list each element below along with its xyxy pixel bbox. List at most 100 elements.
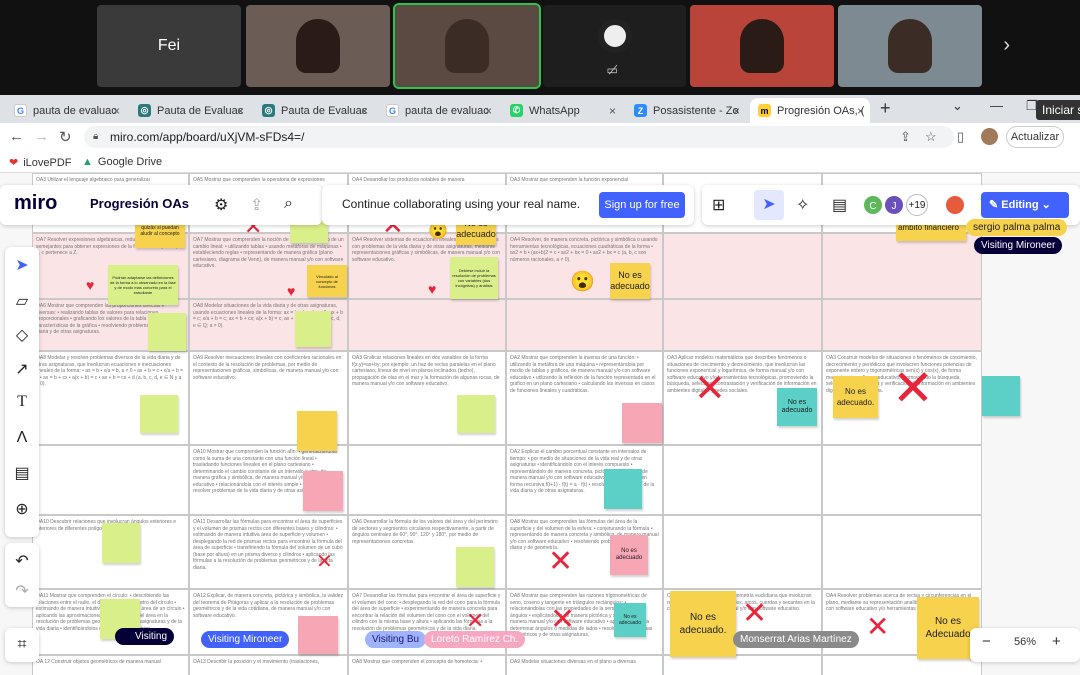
- table-cell[interactable]: [822, 515, 982, 589]
- tab-whatsapp[interactable]: ✆ WhatsApp ×: [502, 98, 622, 123]
- profile-avatar[interactable]: [981, 128, 998, 145]
- upload-icon[interactable]: ⇪: [250, 195, 263, 215]
- zoom-out-button[interactable]: −: [982, 633, 991, 650]
- close-icon[interactable]: ×: [237, 104, 244, 118]
- sticky-note[interactable]: [298, 616, 338, 654]
- table-cell[interactable]: [822, 445, 982, 515]
- sticky-note[interactable]: [456, 547, 494, 587]
- close-icon[interactable]: ×: [485, 104, 492, 118]
- table-cell[interactable]: [663, 233, 822, 299]
- pen-tool-icon[interactable]: Λ: [5, 429, 39, 447]
- gear-icon[interactable]: ⚙: [214, 195, 228, 215]
- apps-icon[interactable]: ⊞: [712, 195, 725, 215]
- sticky-note[interactable]: [982, 376, 1020, 416]
- back-icon[interactable]: ←: [9, 128, 24, 145]
- sticky-note[interactable]: [457, 395, 495, 433]
- sticky-note[interactable]: [295, 311, 331, 347]
- sticky-no-adecuado[interactable]: No es adecuado: [610, 263, 650, 299]
- table-cell[interactable]: [822, 299, 982, 351]
- close-icon[interactable]: ×: [733, 104, 740, 118]
- table-cell[interactable]: [348, 445, 506, 515]
- tab-pauta-4[interactable]: G pauta de evaluac ×: [378, 98, 498, 123]
- sticky-note[interactable]: [297, 411, 337, 451]
- table-cell[interactable]: [506, 299, 663, 351]
- sign-up-button[interactable]: Sign up for free: [599, 192, 685, 218]
- video-tile-participant[interactable]: [246, 5, 390, 87]
- close-icon[interactable]: ×: [361, 104, 368, 118]
- sticky-note[interactable]: [102, 523, 140, 563]
- table-cell[interactable]: [32, 445, 189, 515]
- sticky-note[interactable]: [148, 313, 186, 351]
- update-button[interactable]: Actualizar: [1006, 126, 1064, 148]
- bookmark-google-drive[interactable]: ▲ Google Drive: [82, 156, 162, 168]
- sticky-note[interactable]: [303, 471, 343, 511]
- video-tile-camera-off[interactable]: ▭̸: [543, 5, 686, 87]
- sticky-no-adecuado[interactable]: No es adecuado: [614, 603, 646, 637]
- sticky-note[interactable]: Podrían adaptarse las definiciones de la…: [108, 265, 178, 305]
- text-tool-icon[interactable]: T: [5, 393, 39, 411]
- close-icon[interactable]: ×: [113, 104, 120, 118]
- sticky-note[interactable]: [604, 469, 642, 509]
- forward-icon[interactable]: →: [34, 128, 49, 145]
- share-icon[interactable]: ⇪: [900, 129, 911, 145]
- comment-tool-icon[interactable]: ▤: [5, 463, 39, 483]
- more-collaborators-count[interactable]: +19: [906, 194, 928, 216]
- zoom-in-button[interactable]: +: [1052, 633, 1061, 650]
- undo-icon[interactable]: ↶: [5, 551, 39, 571]
- table-cell[interactable]: [663, 655, 822, 675]
- video-tile-participant[interactable]: [838, 5, 982, 87]
- url-field[interactable]: 🔒︎ miro.com/app/board/uXjVM-sFDs4=/: [84, 126, 954, 148]
- bookmark-ilovepdf[interactable]: ❤ iLovePDF: [9, 156, 72, 170]
- chevron-right-icon[interactable]: ›: [1003, 34, 1010, 57]
- video-tile-participant[interactable]: [690, 5, 834, 87]
- board-title[interactable]: Progresión OAs: [90, 196, 189, 211]
- connector-tool-icon[interactable]: ↗: [5, 359, 39, 379]
- tab-pauta-2[interactable]: ◎ Pauta de Evaluac ×: [130, 98, 250, 123]
- tab-zoom[interactable]: Z Posasistente - Zo ×: [626, 98, 746, 123]
- close-icon[interactable]: ×: [609, 104, 616, 118]
- sticky-note[interactable]: [622, 403, 662, 443]
- cursor-select-icon[interactable]: ➤: [754, 190, 784, 220]
- editing-mode-button[interactable]: ✎ Editing ⌄: [981, 192, 1069, 218]
- minimize-icon[interactable]: —: [990, 98, 1003, 113]
- miro-logo[interactable]: miro: [14, 192, 57, 215]
- tab-pauta-3[interactable]: ◎ Pauta de Evaluac ×: [254, 98, 374, 123]
- close-icon[interactable]: ×: [857, 104, 864, 118]
- sticky-no-adecuado[interactable]: No es adecuado: [610, 535, 648, 575]
- sticky-note[interactable]: Debiese incluir la resolución de problem…: [450, 257, 498, 299]
- sticky-no-adecuado[interactable]: No es adecuado: [777, 388, 817, 426]
- collaborator-avatar[interactable]: C: [862, 194, 884, 216]
- video-tile-fei[interactable]: Fei: [97, 5, 241, 87]
- table-cell[interactable]: [663, 445, 822, 515]
- shapes-tool-icon[interactable]: ◇: [5, 325, 39, 345]
- tab-miro[interactable]: m Progresión OAs, ( ×: [750, 98, 870, 123]
- redo-icon[interactable]: ↷: [5, 581, 39, 601]
- table-cell[interactable]: [663, 515, 822, 589]
- video-tile-active-speaker[interactable]: [393, 3, 541, 89]
- more-tools-icon[interactable]: ⊕: [5, 499, 39, 519]
- sticky-no-adecuado[interactable]: No es adecuado.: [833, 376, 878, 418]
- sidebar-icon[interactable]: ▯: [957, 129, 964, 145]
- miro-board-canvas[interactable]: OA3 Utilizar el lenguaje algebraico para…: [0, 173, 1080, 675]
- search-icon[interactable]: ⌕: [284, 195, 293, 213]
- table-cell[interactable]: [663, 299, 822, 351]
- reload-icon[interactable]: ↻: [59, 128, 72, 146]
- sticky-note[interactable]: Vinculado al concepto de funciones: [307, 265, 347, 297]
- chevron-down-icon[interactable]: ⌄: [952, 98, 963, 114]
- sticky-no-adecuado[interactable]: No es adecuado.: [670, 591, 736, 657]
- user-avatar[interactable]: [944, 194, 966, 216]
- table-cell[interactable]: OA13 Describir la posición y el movimien…: [189, 655, 348, 675]
- table-cell[interactable]: OA8 Mostrar que comprenden el concepto d…: [348, 655, 506, 675]
- zoom-level[interactable]: 56%: [1014, 636, 1036, 648]
- comment-icon[interactable]: ▤: [832, 195, 847, 215]
- select-tool-icon[interactable]: ➤: [5, 255, 39, 275]
- sticky-note[interactable]: [140, 395, 178, 433]
- table-cell[interactable]: [348, 299, 506, 351]
- table-cell[interactable]: [822, 233, 982, 299]
- reactions-icon[interactable]: ✧: [796, 195, 809, 215]
- table-cell[interactable]: OA9 Modelar situaciones diversas en el p…: [506, 655, 663, 675]
- collaborator-avatar[interactable]: J: [883, 194, 905, 216]
- star-icon[interactable]: ☆: [925, 129, 937, 145]
- new-tab-icon[interactable]: +: [880, 98, 891, 119]
- table-cell[interactable]: OA 12 Construir objetos geométricos de m…: [32, 655, 189, 675]
